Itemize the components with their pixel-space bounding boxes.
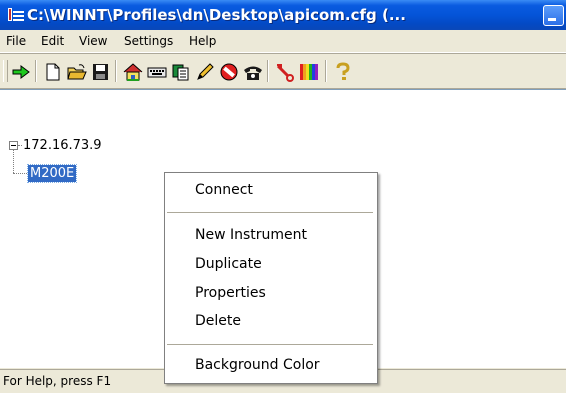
toolbar: [0, 53, 566, 89]
toolbar-separator: [35, 60, 37, 82]
phone-icon[interactable]: [242, 62, 264, 82]
keyboard-icon[interactable]: [146, 62, 168, 82]
menu-item-delete[interactable]: Delete: [195, 313, 241, 329]
tree-connector: [18, 145, 22, 146]
menu-help[interactable]: Help: [189, 34, 216, 48]
menu-item-background-color[interactable]: Background Color: [195, 357, 320, 373]
save-disk-icon[interactable]: [90, 62, 112, 82]
tree-connector: [13, 150, 14, 173]
tree-node-root[interactable]: 172.16.73.9: [23, 138, 102, 153]
home-icon[interactable]: [122, 62, 144, 82]
tree-node-instrument[interactable]: M200E: [26, 164, 78, 183]
toolbar-grip[interactable]: [3, 60, 8, 82]
menu-item-duplicate[interactable]: Duplicate: [195, 256, 262, 272]
menu-separator: [167, 212, 373, 213]
color-bars-icon[interactable]: [298, 62, 320, 82]
menu-edit[interactable]: Edit: [41, 34, 64, 48]
copy-icon[interactable]: [170, 62, 192, 82]
collapse-toggle[interactable]: [9, 141, 18, 150]
help-icon[interactable]: [332, 62, 354, 82]
menu-file[interactable]: File: [6, 34, 26, 48]
app-icon[interactable]: [8, 7, 24, 23]
new-file-icon[interactable]: [42, 62, 64, 82]
toolbar-separator: [325, 60, 327, 82]
connect-arrow-icon[interactable]: [10, 62, 32, 82]
menu-separator: [167, 344, 373, 345]
pencil-icon[interactable]: [194, 62, 216, 82]
stop-icon[interactable]: [218, 62, 240, 82]
tree-connector: [13, 173, 27, 174]
toolbar-separator: [267, 60, 269, 82]
title-bar[interactable]: C:\WINNT\Profiles\dn\Desktop\apicom.cfg …: [0, 0, 566, 30]
toolbar-separator: [115, 60, 117, 82]
menu-settings[interactable]: Settings: [124, 34, 173, 48]
window-title: C:\WINNT\Profiles\dn\Desktop\apicom.cfg …: [27, 6, 406, 24]
menu-item-connect[interactable]: Connect: [195, 182, 253, 198]
tools-icon[interactable]: [274, 62, 296, 82]
menu-bar: File Edit View Settings Help: [0, 30, 566, 53]
minimize-button[interactable]: [543, 5, 564, 26]
open-folder-icon[interactable]: [66, 62, 88, 82]
status-text: For Help, press F1: [3, 374, 112, 388]
menu-item-new-instrument[interactable]: New Instrument: [195, 227, 307, 243]
menu-view[interactable]: View: [79, 34, 107, 48]
context-menu: Connect New Instrument Duplicate Propert…: [164, 172, 378, 384]
menu-item-properties[interactable]: Properties: [195, 285, 266, 301]
